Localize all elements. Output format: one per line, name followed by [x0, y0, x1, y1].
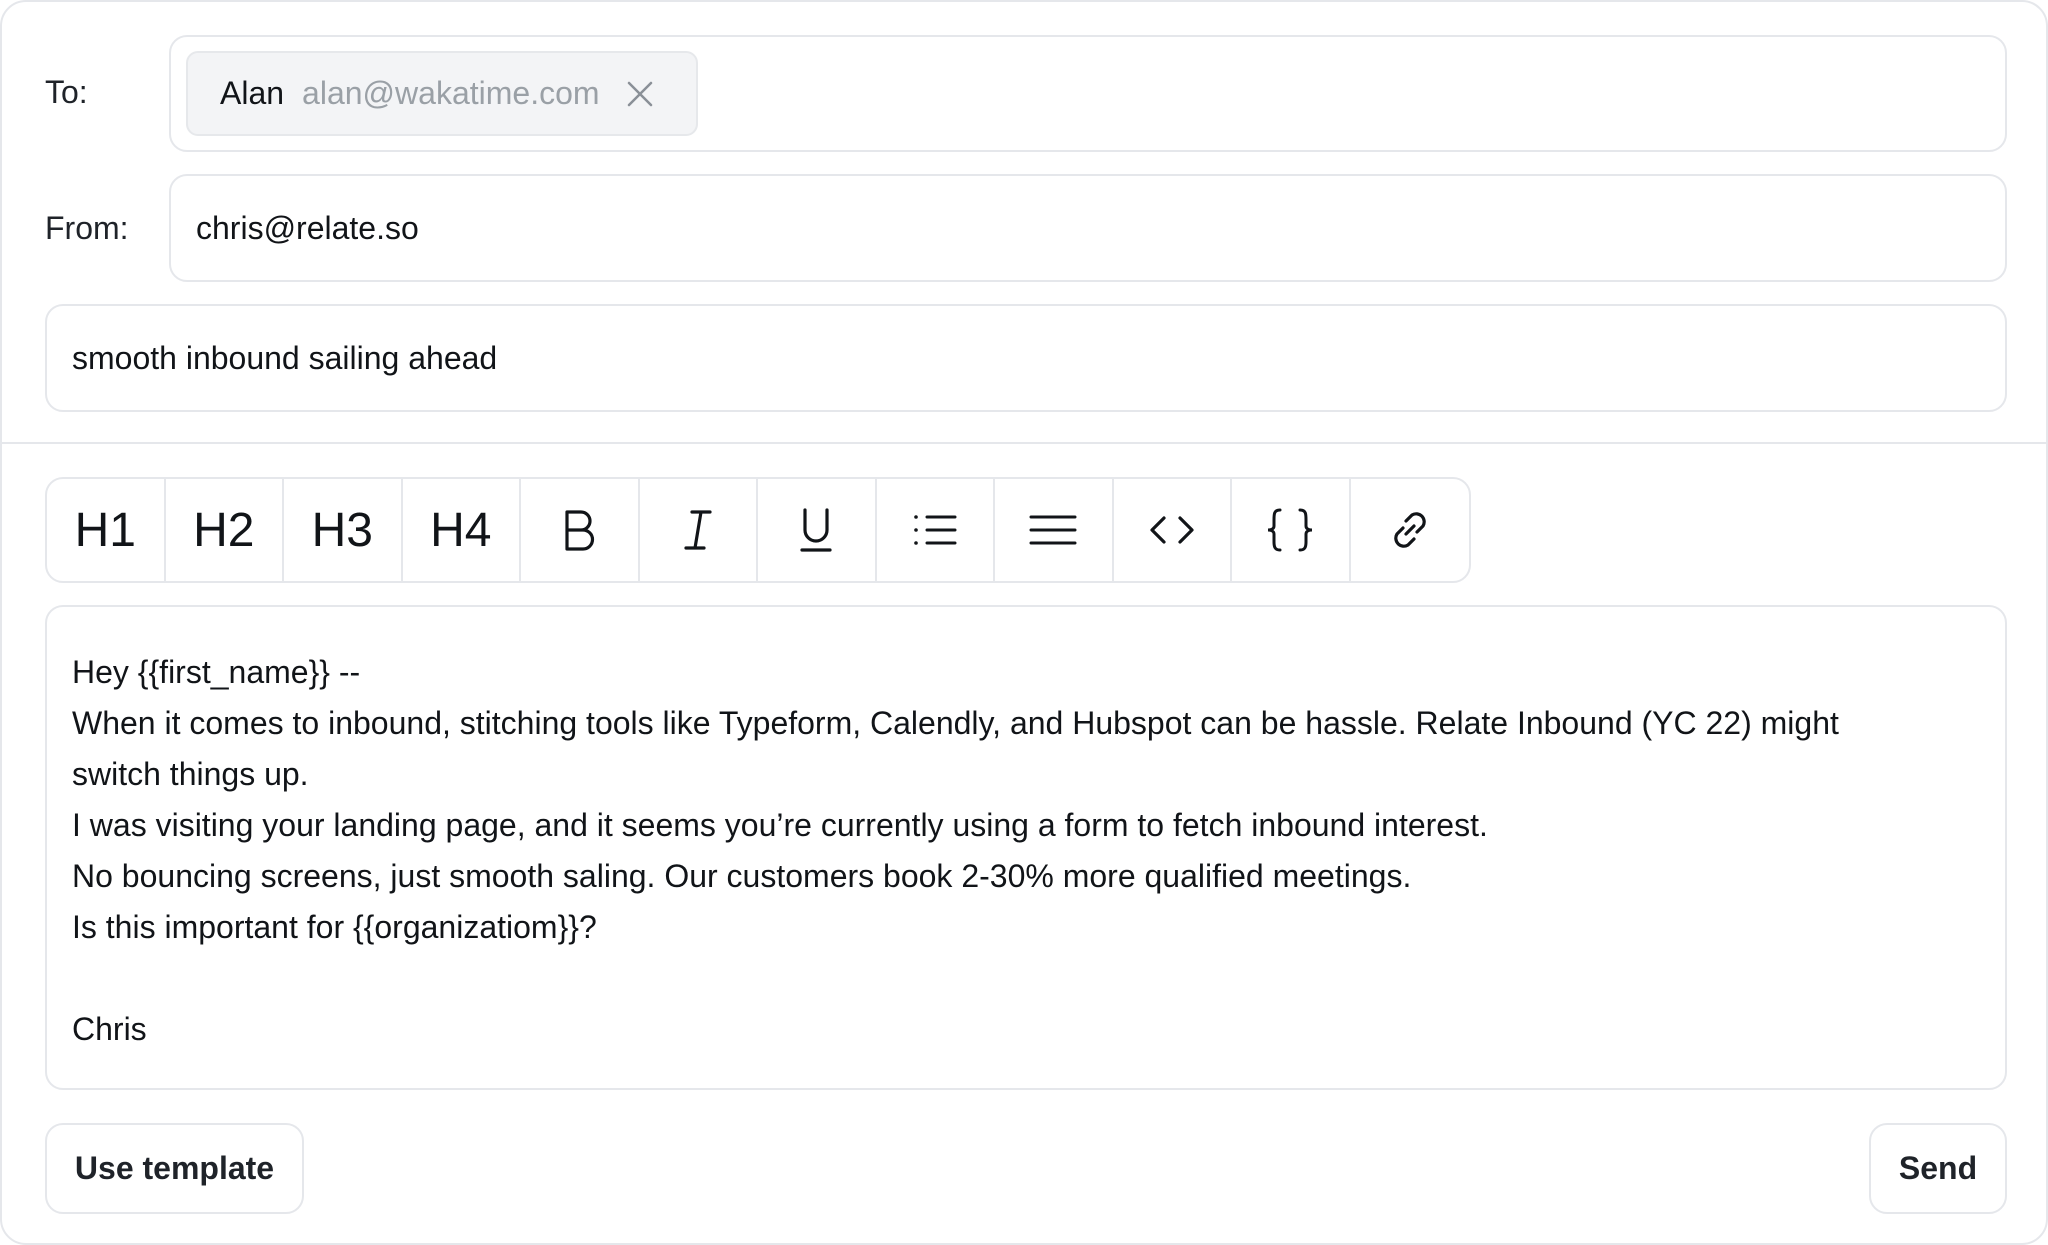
heading-3-button[interactable]: H3	[284, 479, 403, 581]
code-button[interactable]	[1114, 479, 1232, 581]
variable-braces-icon	[1268, 508, 1313, 552]
body-line: switch things up.	[72, 756, 309, 792]
italic-icon	[684, 510, 712, 550]
bold-button[interactable]	[521, 479, 640, 581]
variable-button[interactable]	[1232, 479, 1351, 581]
align-icon	[1029, 515, 1077, 545]
close-icon[interactable]	[626, 80, 654, 108]
from-label: From:	[45, 210, 129, 246]
underline-icon	[800, 508, 832, 552]
body-line: When it comes to inbound, stitching tool…	[72, 705, 1839, 741]
divider	[2, 442, 2048, 444]
body-line	[72, 953, 1980, 1004]
recipient-chip[interactable]: Alan alan@wakatime.com	[186, 51, 698, 136]
code-icon	[1150, 516, 1194, 544]
bold-icon	[565, 510, 595, 551]
body-line: Hey {{first_name}} --	[72, 654, 361, 690]
message-body: Hey {{first_name}} -- When it comes to i…	[72, 647, 1980, 1055]
body-line: No bouncing screens, just smooth saling.…	[72, 858, 1412, 894]
link-icon	[1393, 512, 1426, 548]
bullet-list-button[interactable]	[877, 479, 995, 581]
send-button[interactable]: Send	[1869, 1123, 2007, 1214]
email-composer: To: Alan alan@wakatime.com From: chris@r…	[0, 0, 2048, 1245]
link-button[interactable]	[1351, 479, 1470, 581]
heading-1-button[interactable]: H1	[47, 479, 166, 581]
italic-button[interactable]	[640, 479, 758, 581]
subject-value: smooth inbound sailing ahead	[72, 339, 498, 376]
to-field[interactable]: Alan alan@wakatime.com	[169, 35, 2007, 152]
align-button[interactable]	[995, 479, 1114, 581]
heading-2-button[interactable]: H2	[166, 479, 284, 581]
formatting-toolbar: H1 H2 H3 H4	[45, 477, 1471, 583]
body-line: I was visiting your landing page, and it…	[72, 807, 1488, 843]
use-template-button[interactable]: Use template	[45, 1123, 304, 1214]
recipient-email: alan@wakatime.com	[302, 75, 600, 111]
underline-button[interactable]	[758, 479, 877, 581]
subject-field[interactable]: smooth inbound sailing ahead	[45, 304, 2007, 412]
body-line: Is this important for {{organizatiom}}?	[72, 909, 597, 945]
body-line: Chris	[72, 1011, 147, 1047]
to-label: To:	[45, 74, 88, 110]
message-body-editor[interactable]: Hey {{first_name}} -- When it comes to i…	[45, 605, 2007, 1090]
recipient-name: Alan	[220, 75, 285, 111]
from-field[interactable]: chris@relate.so	[169, 174, 2007, 282]
bullet-list-icon	[913, 515, 957, 545]
heading-4-button[interactable]: H4	[403, 479, 521, 581]
from-value: chris@relate.so	[196, 209, 419, 246]
